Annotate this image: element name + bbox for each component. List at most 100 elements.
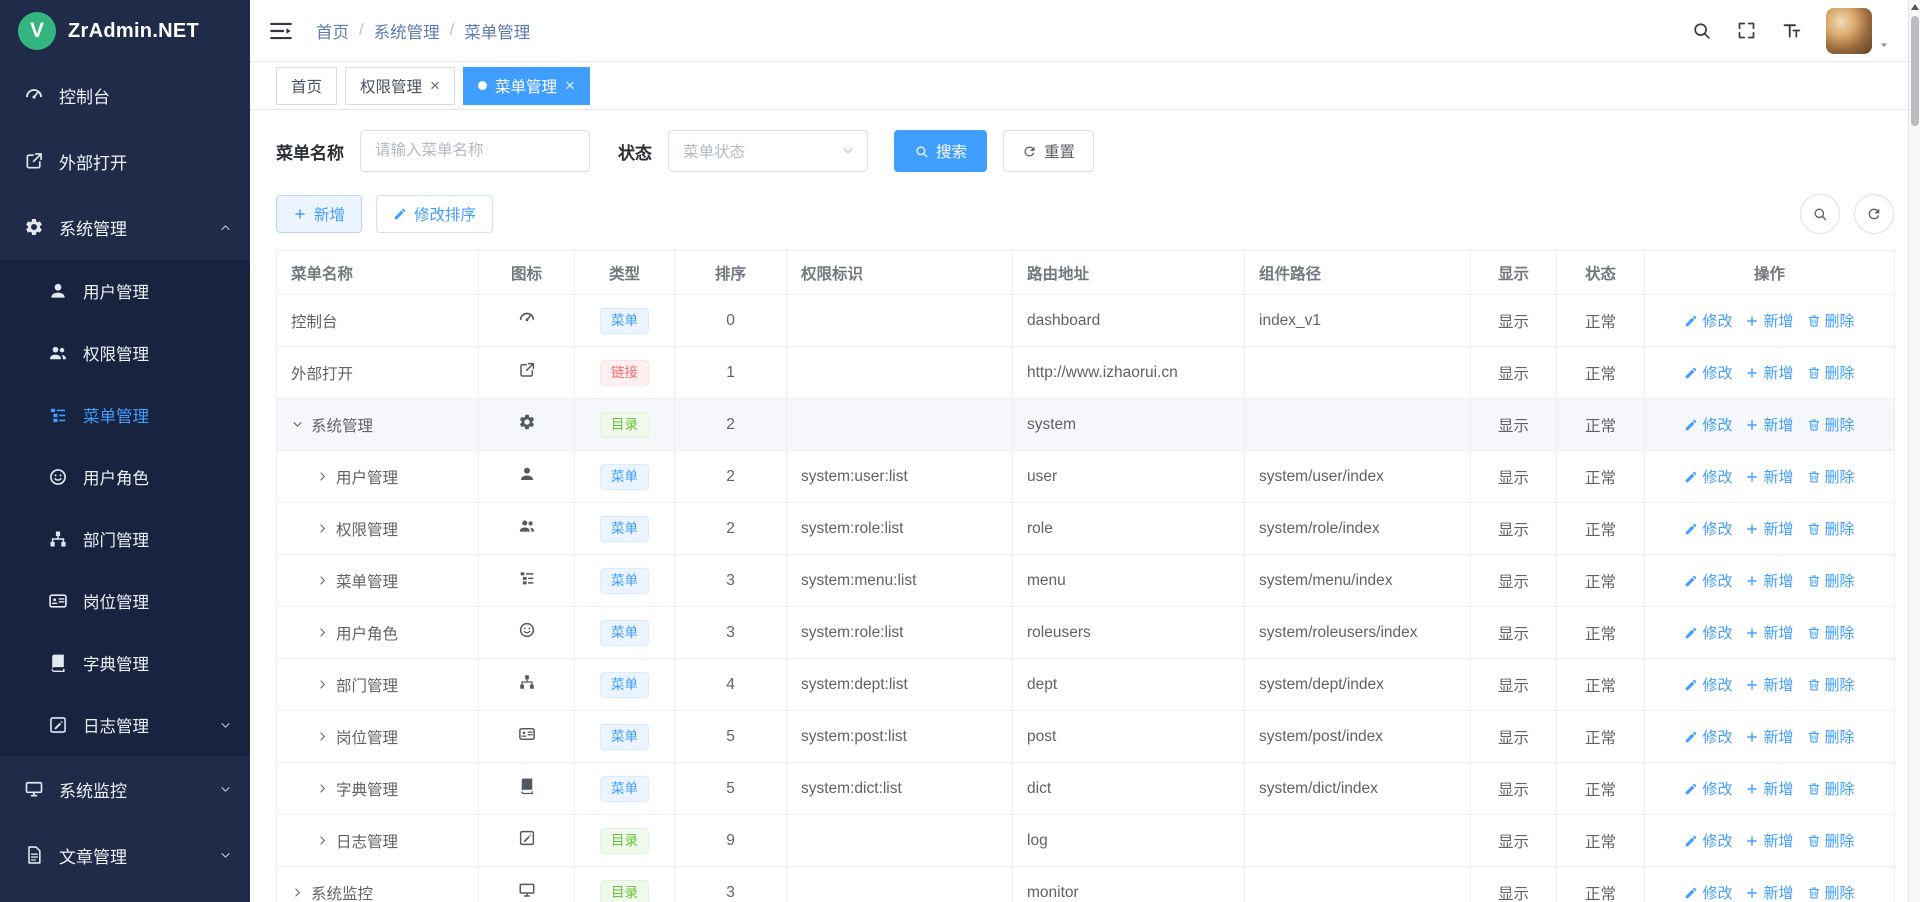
chevron-right-icon[interactable]	[291, 886, 304, 899]
action-label: 删除	[1825, 674, 1855, 695]
menu-name-input[interactable]	[360, 130, 590, 172]
row-add-link[interactable]: 新增	[1745, 830, 1793, 851]
sidebar-item[interactable]: 菜单管理	[0, 384, 250, 446]
row-add-link[interactable]: 新增	[1745, 518, 1793, 539]
scroll-up-arrow-icon[interactable]	[1911, 4, 1919, 10]
sidebar-item[interactable]: 部门管理	[0, 508, 250, 570]
fullscreen-icon[interactable]	[1736, 20, 1757, 41]
row-delete-link[interactable]: 删除	[1807, 778, 1855, 799]
sidebar-item[interactable]: 权限管理	[0, 322, 250, 384]
row-add-link[interactable]: 新增	[1745, 570, 1793, 591]
search-button-label: 搜索	[936, 140, 967, 162]
sidebar-item[interactable]: 日志管理	[0, 694, 250, 756]
component-value: system/post/index	[1259, 728, 1383, 745]
row-delete-link[interactable]: 删除	[1807, 830, 1855, 851]
row-delete-link[interactable]: 删除	[1807, 570, 1855, 591]
type-tag: 目录	[600, 412, 649, 438]
action-label: 修改	[1702, 518, 1732, 539]
chevron-right-icon[interactable]	[316, 574, 329, 587]
app-logo[interactable]: V ZrAdmin.NET	[0, 0, 250, 62]
chevron-right-icon[interactable]	[316, 626, 329, 639]
row-delete-link[interactable]: 删除	[1807, 882, 1855, 902]
row-add-link[interactable]: 新增	[1745, 726, 1793, 747]
row-add-link[interactable]: 新增	[1745, 778, 1793, 799]
sidebar-item[interactable]: 岗位管理	[0, 570, 250, 632]
tab[interactable]: 权限管理×	[345, 67, 455, 105]
action-label: 删除	[1825, 830, 1855, 851]
row-edit-link[interactable]: 修改	[1684, 414, 1732, 435]
visible-value: 显示	[1498, 470, 1529, 487]
table-refresh-button[interactable]	[1854, 194, 1894, 234]
row-add-link[interactable]: 新增	[1745, 882, 1793, 902]
chevron-down-icon[interactable]	[291, 418, 304, 431]
table-row: 菜单管理菜单3system:menu:listmenusystem/menu/i…	[277, 555, 1895, 607]
row-edit-link[interactable]: 修改	[1684, 570, 1732, 591]
chevron-right-icon[interactable]	[316, 678, 329, 691]
sidebar-item[interactable]: 系统监控	[0, 756, 250, 822]
row-edit-link[interactable]: 修改	[1684, 726, 1732, 747]
table-search-button[interactable]	[1800, 194, 1840, 234]
row-add-link[interactable]: 新增	[1745, 466, 1793, 487]
row-delete-link[interactable]: 删除	[1807, 362, 1855, 383]
row-edit-link[interactable]: 修改	[1684, 518, 1732, 539]
tab[interactable]: 首页	[276, 67, 337, 105]
chevron-right-icon[interactable]	[316, 522, 329, 535]
search-button[interactable]: 搜索	[894, 130, 987, 172]
row-edit-link[interactable]: 修改	[1684, 310, 1732, 331]
row-add-link[interactable]: 新增	[1745, 414, 1793, 435]
chevron-right-icon[interactable]	[316, 470, 329, 483]
row-edit-link[interactable]: 修改	[1684, 674, 1732, 695]
status-select[interactable]: 菜单状态	[668, 130, 868, 172]
row-edit-link[interactable]: 修改	[1684, 362, 1732, 383]
visible-value: 显示	[1498, 782, 1529, 799]
page-scrollbar[interactable]	[1908, 0, 1920, 902]
hamburger-icon[interactable]	[268, 18, 294, 44]
breadcrumb-item[interactable]: 首页	[316, 19, 349, 43]
sort-button[interactable]: 修改排序	[376, 195, 493, 233]
row-delete-link[interactable]: 删除	[1807, 414, 1855, 435]
row-delete-link[interactable]: 删除	[1807, 726, 1855, 747]
sidebar-item[interactable]: 用户管理	[0, 260, 250, 322]
add-button[interactable]: 新增	[276, 195, 362, 233]
chevron-right-icon[interactable]	[316, 730, 329, 743]
action-label: 修改	[1702, 674, 1732, 695]
font-size-icon[interactable]	[1781, 20, 1802, 41]
logo-icon: V	[18, 12, 56, 50]
row-edit-link[interactable]: 修改	[1684, 882, 1732, 902]
close-icon[interactable]: ×	[565, 77, 575, 94]
reset-button[interactable]: 重置	[1003, 130, 1094, 172]
sidebar-item[interactable]: 外部打开	[0, 128, 250, 194]
menu-name: 用户角色	[336, 622, 398, 644]
sidebar-item[interactable]: 字典管理	[0, 632, 250, 694]
row-edit-link[interactable]: 修改	[1684, 830, 1732, 851]
row-actions: 修改新增删除	[1659, 882, 1880, 902]
tab[interactable]: 菜单管理×	[463, 67, 590, 105]
row-add-link[interactable]: 新增	[1745, 362, 1793, 383]
row-add-link[interactable]: 新增	[1745, 310, 1793, 331]
row-edit-link[interactable]: 修改	[1684, 778, 1732, 799]
sidebar-item[interactable]: 控制台	[0, 62, 250, 128]
breadcrumb-item[interactable]: 系统管理	[374, 19, 440, 43]
sidebar-item[interactable]: 系统管理	[0, 194, 250, 260]
user-menu[interactable]	[1826, 8, 1890, 54]
scrollbar-thumb[interactable]	[1911, 16, 1919, 126]
row-delete-link[interactable]: 删除	[1807, 674, 1855, 695]
row-edit-link[interactable]: 修改	[1684, 622, 1732, 643]
chevron-right-icon[interactable]	[316, 834, 329, 847]
search-icon[interactable]	[1691, 20, 1712, 41]
sort-value: 5	[726, 728, 735, 745]
row-edit-link[interactable]: 修改	[1684, 466, 1732, 487]
chevron-right-icon[interactable]	[316, 782, 329, 795]
sidebar-item[interactable]: 文章管理	[0, 822, 250, 888]
row-delete-link[interactable]: 删除	[1807, 622, 1855, 643]
row-delete-link[interactable]: 删除	[1807, 466, 1855, 487]
visible-value: 显示	[1498, 678, 1529, 695]
row-delete-link[interactable]: 删除	[1807, 518, 1855, 539]
row-add-link[interactable]: 新增	[1745, 622, 1793, 643]
menu-name: 日志管理	[336, 830, 398, 852]
avatar[interactable]	[1826, 8, 1872, 54]
row-add-link[interactable]: 新增	[1745, 674, 1793, 695]
row-delete-link[interactable]: 删除	[1807, 310, 1855, 331]
close-icon[interactable]: ×	[430, 77, 440, 94]
sidebar-item[interactable]: 用户角色	[0, 446, 250, 508]
